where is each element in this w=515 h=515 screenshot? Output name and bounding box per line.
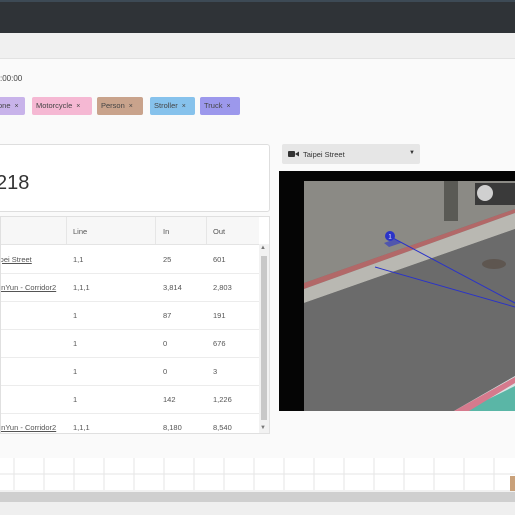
table-row[interactable]: 1 142 1,226: [1, 385, 259, 414]
chevron-down-icon[interactable]: ▼: [409, 150, 415, 156]
row-out: 601: [213, 255, 226, 264]
row-out: 676: [213, 339, 226, 348]
tag-label: Truck: [204, 101, 223, 110]
row-camera-link[interactable]: onYun - Corridor2: [1, 423, 56, 432]
col-divider: [155, 217, 156, 244]
tag-stroller[interactable]: Stroller ×: [150, 97, 195, 115]
scroll-up-icon[interactable]: ▲: [260, 245, 266, 251]
scroll-down-icon[interactable]: ▼: [260, 425, 266, 431]
table-header: Line In Out: [1, 217, 259, 245]
row-in: 0: [163, 339, 168, 348]
row-in: 8,180: [163, 423, 182, 432]
table-row[interactable]: ipei Street 1,1 25 601: [1, 245, 259, 274]
timeline-grid: [0, 458, 515, 490]
table-row[interactable]: onYun - Corridor2 1,1,1 8,180 8,540: [1, 413, 259, 433]
tag-remove-icon[interactable]: ×: [15, 103, 19, 110]
tag-label: Person: [101, 101, 125, 110]
camera-select-value: Taipei Street: [303, 150, 345, 159]
row-out: 1,226: [213, 395, 232, 404]
tag-label: Motorcycle: [36, 101, 73, 110]
tag-truck[interactable]: Truck ×: [200, 97, 240, 115]
video-camera-icon: [288, 151, 299, 157]
tag-remove-icon[interactable]: ×: [226, 103, 230, 110]
tag-label: Stroller: [154, 101, 178, 110]
footer-strip: [0, 502, 515, 515]
table-row[interactable]: 1 0 676: [1, 329, 259, 358]
row-in: 0: [163, 367, 168, 376]
row-in: 3,814: [163, 283, 182, 292]
camera-video-feed[interactable]: 1: [279, 171, 515, 411]
col-header-line[interactable]: Line: [73, 227, 87, 236]
tag-motorcycle[interactable]: Motorcycle ×: [32, 97, 92, 115]
row-in: 25: [163, 255, 172, 264]
table-scrollbar[interactable]: ▲ ▼: [259, 244, 269, 433]
col-divider: [66, 217, 67, 244]
time-range-text: :00:00: [0, 74, 23, 83]
row-out: 3: [213, 367, 218, 376]
row-line: 1: [73, 311, 78, 320]
top-bar-accent: [0, 0, 515, 2]
col-header-out[interactable]: Out: [213, 227, 225, 236]
row-line: 1: [73, 339, 78, 348]
row-line: 1,1: [73, 255, 84, 264]
timeline-handle[interactable]: [510, 476, 515, 491]
tag-remove-icon[interactable]: ×: [182, 103, 186, 110]
row-line: 1,1,1: [73, 283, 90, 292]
row-out: 2,803: [213, 283, 232, 292]
app-top-bar: [0, 0, 515, 33]
counts-table: Line In Out ipei Street 1,1 25 601 onYun…: [0, 216, 270, 434]
summary-card: [0, 144, 270, 212]
tag-remove-icon[interactable]: ×: [76, 103, 80, 110]
timeline-track[interactable]: [0, 458, 515, 490]
row-camera-link[interactable]: ipei Street: [1, 255, 32, 264]
table-row[interactable]: onYun - Corridor2 1,1,1 3,814 2,803: [1, 273, 259, 302]
col-divider: [206, 217, 207, 244]
row-line: 1: [73, 395, 78, 404]
table-row[interactable]: 1 87 191: [1, 301, 259, 330]
tag-remove-icon[interactable]: ×: [129, 103, 133, 110]
camera-select[interactable]: Taipei Street ▼: [282, 144, 420, 164]
street-scene-frame: 1: [304, 181, 515, 411]
row-in: 142: [163, 395, 176, 404]
total-count: 218: [0, 172, 30, 194]
timeline-scroll-bar[interactable]: [0, 492, 515, 502]
row-camera-link[interactable]: onYun - Corridor2: [1, 283, 56, 292]
row-out: 8,540: [213, 423, 232, 432]
table-row[interactable]: 1 0 3: [1, 357, 259, 386]
scroll-thumb[interactable]: [261, 256, 267, 420]
row-line: 1: [73, 367, 78, 376]
tag-person[interactable]: Person ×: [97, 97, 143, 115]
row-in: 87: [163, 311, 172, 320]
row-line: 1,1,1: [73, 423, 90, 432]
tag-label: one: [0, 101, 11, 110]
col-header-in[interactable]: In: [163, 227, 169, 236]
tag-phone[interactable]: one ×: [0, 97, 25, 115]
row-out: 191: [213, 311, 226, 320]
